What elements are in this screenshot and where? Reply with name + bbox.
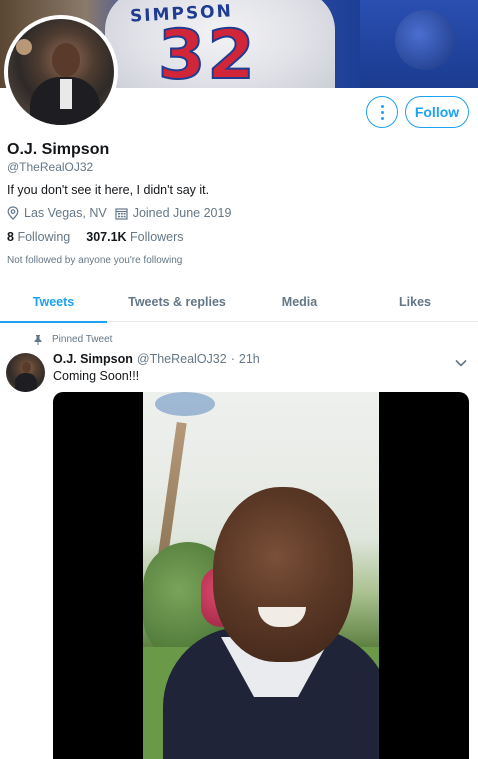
following-label: Following (17, 230, 71, 244)
followers-count: 307.1K (86, 230, 127, 244)
profile-name: O.J. Simpson (7, 141, 110, 158)
pin-icon (34, 334, 42, 345)
tab-tweets-and-replies[interactable]: Tweets & replies (107, 282, 247, 322)
video-palm-trunk (157, 421, 187, 563)
following-count-link[interactable]: 8 Following (7, 230, 70, 244)
calendar-icon (115, 207, 128, 220)
video-palm-top (155, 392, 215, 416)
profile-tabs: Tweets Tweets & replies Media Likes (0, 282, 478, 323)
tweet-timestamp[interactable]: 21h (239, 352, 260, 366)
profile-joined: Joined June 2019 (115, 206, 232, 220)
profile-meta: Las Vegas, NV Joined June 2019 (7, 206, 239, 220)
banner-jersey-number: 32 (157, 15, 257, 88)
following-count: 8 (7, 230, 14, 244)
location-pin-icon (7, 206, 19, 220)
tweet-avatar-body (15, 373, 37, 392)
tweet-separator: · (230, 352, 235, 366)
pinned-tweet-label: Pinned Tweet (34, 334, 112, 345)
pinned-tweet-text: Pinned Tweet (52, 334, 113, 345)
tweet-options-button[interactable] (455, 354, 467, 372)
tweet-author-name[interactable]: O.J. Simpson (53, 352, 133, 366)
profile-location: Las Vegas, NV (7, 206, 107, 220)
avatar-head (52, 43, 80, 77)
banner-helmet (395, 10, 455, 70)
joined-text: Joined June 2019 (132, 206, 232, 220)
avatar-shirt (60, 79, 72, 109)
followers-count-link[interactable]: 307.1K Followers (86, 230, 183, 244)
tab-tweets[interactable]: Tweets (0, 282, 107, 323)
video-frame (143, 392, 379, 759)
location-text: Las Vegas, NV (24, 206, 107, 220)
more-vertical-icon (380, 104, 384, 120)
tweet-author-avatar[interactable] (6, 353, 45, 392)
followed-by-note: Not followed by anyone you're following (7, 255, 183, 266)
tweet-avatar-head (22, 362, 31, 373)
tweet-author-handle[interactable]: @TheRealOJ32 (137, 352, 227, 366)
followers-label: Followers (130, 230, 184, 244)
profile-handle: @TheRealOJ32 (7, 160, 94, 174)
follow-button[interactable]: Follow (405, 96, 469, 128)
tab-media[interactable]: Media (247, 282, 352, 322)
avatar-lamp (16, 39, 32, 55)
profile-avatar[interactable] (4, 15, 118, 129)
tweet-video[interactable] (53, 392, 469, 759)
tab-likes[interactable]: Likes (352, 282, 478, 322)
chevron-down-icon (455, 359, 467, 367)
profile-counts: 8 Following 307.1K Followers (7, 230, 200, 244)
more-options-button[interactable] (366, 96, 398, 128)
tweet-header: O.J. Simpson @TheRealOJ32 · 21h (53, 352, 260, 366)
profile-bio: If you don't see it here, I didn't say i… (7, 183, 210, 197)
video-person-head (213, 487, 353, 662)
tweet-text: Coming Soon!!! (53, 369, 140, 383)
